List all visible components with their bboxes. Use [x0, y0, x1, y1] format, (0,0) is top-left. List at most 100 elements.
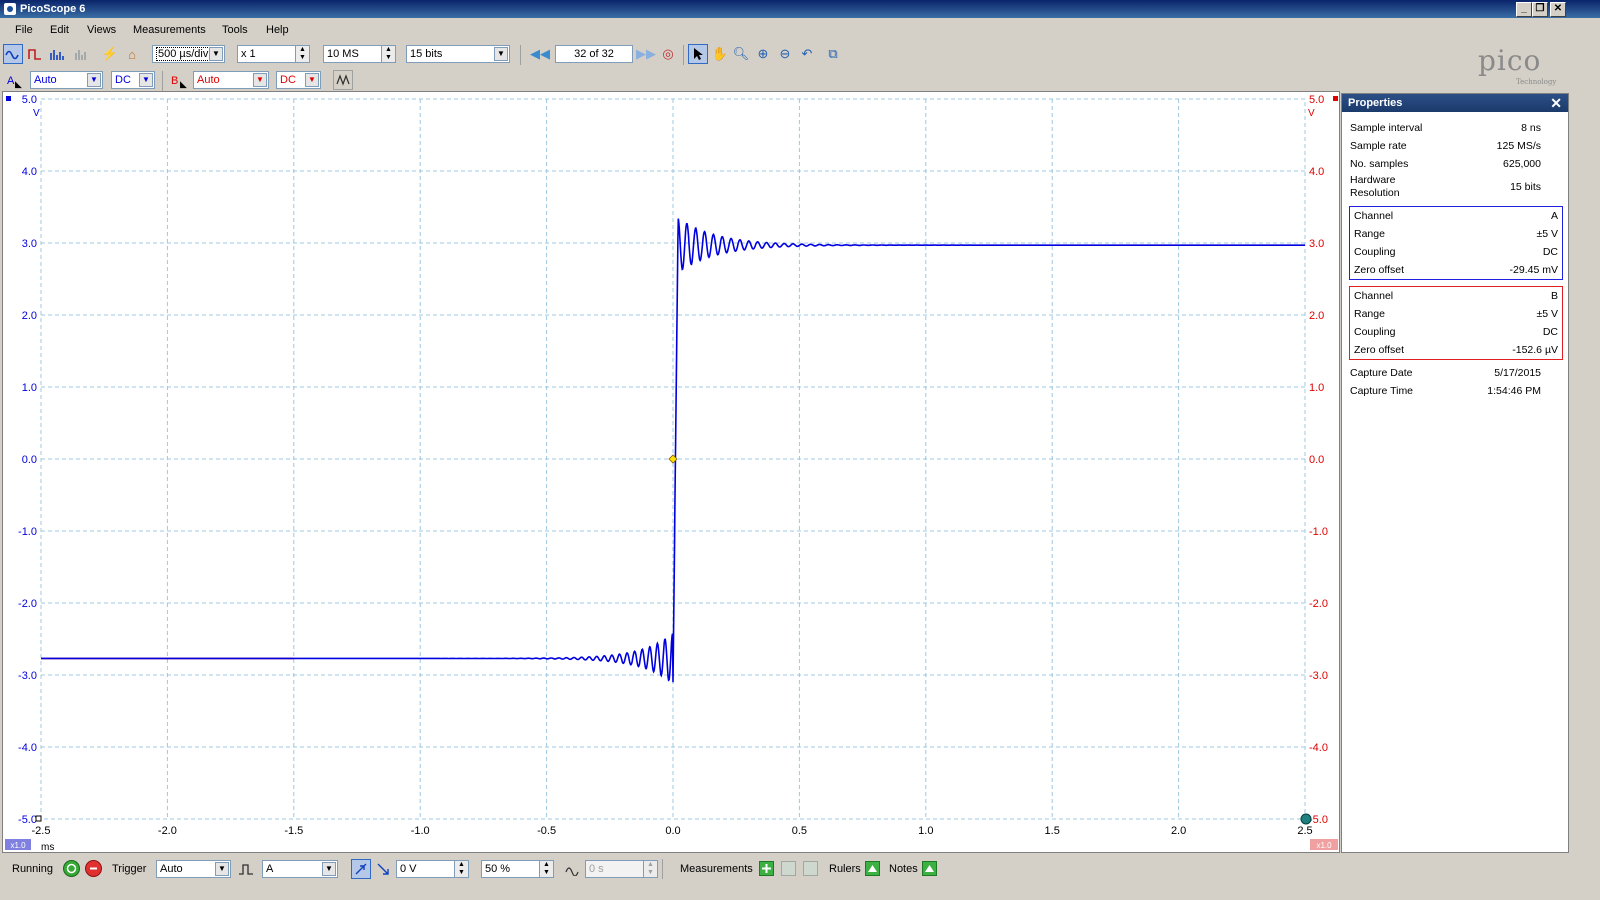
persistence-mode-icon[interactable]: [25, 44, 45, 64]
property-row: No. samples 625,000: [1350, 158, 1541, 170]
channel-a-range-select[interactable]: Auto ▼: [30, 71, 103, 89]
menu-tools[interactable]: Tools: [222, 24, 248, 36]
menu-edit[interactable]: Edit: [50, 24, 69, 36]
samples-stepper[interactable]: 10 MS ▲ ▼: [323, 45, 396, 63]
spin-arrows-icon: ▲ ▼: [381, 46, 395, 62]
channel-a-coupling-select[interactable]: DC ▼: [111, 71, 155, 89]
advanced-trigger-icon[interactable]: [236, 859, 256, 879]
y-tick-label-right: 0.0: [1309, 454, 1324, 466]
next-buffer-icon[interactable]: ▶▶: [636, 44, 656, 64]
chevron-down-icon: ▼: [87, 73, 101, 87]
menu-file[interactable]: File: [15, 24, 33, 36]
y-tick-label-left: -4.0: [18, 742, 37, 754]
y-tick-label-left: 1.0: [22, 382, 37, 394]
toolbar-divider: [520, 45, 521, 65]
property-row: Sample interval 8 ns: [1350, 122, 1541, 134]
edit-measurement-icon[interactable]: [781, 861, 796, 876]
channel-a-label[interactable]: A: [7, 75, 14, 87]
channel-b-range-select[interactable]: Auto ▼: [193, 71, 269, 89]
x-axis-label: ms: [41, 842, 54, 852]
rising-edge-icon[interactable]: [351, 859, 371, 879]
scope-mode-icon[interactable]: [3, 44, 23, 64]
auto-setup-icon[interactable]: ⚡: [100, 44, 120, 64]
serial-decode-icon[interactable]: [72, 44, 92, 64]
trigger-source-select[interactable]: A ▼: [262, 860, 338, 878]
spectrum-mode-icon[interactable]: [47, 44, 67, 64]
y-tick-label-left: -5.0: [18, 814, 37, 826]
window-title: PicoScope 6: [20, 3, 86, 15]
notes-toggle-icon[interactable]: [922, 861, 937, 876]
chevron-down-icon: ▼: [209, 47, 223, 61]
zoom-in-icon[interactable]: ⊕: [753, 44, 773, 64]
channel-a-options-icon[interactable]: ◣: [15, 79, 22, 90]
hand-tool-icon[interactable]: ✋: [710, 44, 730, 64]
y-tick-label-right: -5.0: [1309, 814, 1328, 826]
add-measurement-icon[interactable]: [759, 861, 774, 876]
channel-b-coupling-select[interactable]: DC ▼: [276, 71, 321, 89]
properties-panel: Properties ✕ Sample interval 8 ns Sample …: [1341, 93, 1569, 853]
post-trigger-delay-icon[interactable]: [563, 859, 583, 879]
x-tick-label: -0.5: [537, 825, 556, 837]
spin-arrows-icon: ▲ ▼: [454, 861, 468, 877]
chevron-down-icon: ▼: [139, 73, 153, 87]
app-icon: [4, 3, 16, 15]
previous-buffer-icon[interactable]: ◀◀: [530, 44, 550, 64]
measurements-label: Measurements: [680, 863, 753, 875]
spin-arrows-icon: ▲ ▼: [539, 861, 553, 877]
x-tick-label: 1.0: [918, 825, 933, 837]
property-row: Range ±5 V: [1354, 308, 1558, 320]
property-row: Capture Time 1:54:46 PM: [1350, 385, 1541, 397]
undo-zoom-icon[interactable]: ↶: [797, 44, 817, 64]
rulers-toggle-icon[interactable]: [865, 861, 880, 876]
property-row: Zero offset -29.45 mV: [1354, 264, 1558, 276]
falling-edge-icon[interactable]: [373, 859, 393, 879]
restore-button[interactable]: ❐: [1532, 2, 1548, 17]
y-tick-label-right: 3.0: [1309, 238, 1324, 250]
channel-toolbar: A ◣ Auto ▼ DC ▼ B ◣ Auto ▼ DC ▼: [0, 69, 360, 93]
y-tick-label-right: 1.0: [1309, 382, 1324, 394]
buffer-index-field[interactable]: 32 of 32: [555, 45, 633, 63]
zoom-out-icon[interactable]: ⊖: [775, 44, 795, 64]
select-pointer-icon[interactable]: [688, 44, 708, 64]
channel-b-options-icon[interactable]: ◣: [180, 79, 187, 90]
notes-label: Notes: [889, 863, 918, 875]
property-row: Capture Date 5/17/2015: [1350, 367, 1541, 379]
y-tick-label-right: 4.0: [1309, 166, 1324, 178]
minimize-button[interactable]: _: [1516, 2, 1532, 17]
scale-label-left: x1.0: [10, 841, 26, 850]
property-row: Zero offset -152.6 µV: [1354, 344, 1558, 356]
x-tick-label: -1.0: [411, 825, 430, 837]
menu-measurements[interactable]: Measurements: [133, 24, 206, 36]
trigger-mode-select[interactable]: Auto ▼: [156, 860, 231, 878]
zoom-region-icon[interactable]: 🔍︎: [731, 44, 751, 64]
menu-help[interactable]: Help: [266, 24, 289, 36]
channel-a-marker: [6, 96, 11, 101]
y-tick-label-left: -1.0: [18, 526, 37, 538]
property-row: Channel B: [1354, 290, 1558, 302]
start-capture-button[interactable]: [63, 860, 80, 877]
trigger-level-stepper[interactable]: 0 V ▲ ▼: [396, 860, 469, 878]
y-tick-label-left: 0.0: [22, 454, 37, 466]
close-icon[interactable]: ✕: [1550, 95, 1562, 112]
property-row: Channel A: [1354, 210, 1558, 222]
buffer-navigator-icon[interactable]: ◎: [658, 44, 678, 64]
channel-b-marker: [1333, 96, 1338, 101]
scope-view[interactable]: -2.5 -2.0 -1.5 -1.0 -0.5 0.0 0.5 1.0 1.5 2.0 2.5 5.…: [2, 91, 1340, 853]
stop-capture-button[interactable]: [85, 860, 102, 877]
menu-views[interactable]: Views: [87, 24, 116, 36]
zoom-stepper[interactable]: x 1 ▲ ▼: [237, 45, 310, 63]
oscilloscope-plot[interactable]: -2.5 -2.0 -1.5 -1.0 -0.5 0.0 0.5 1.0 1.5 2.0 2.5 5.…: [3, 92, 1339, 853]
resolution-select[interactable]: 15 bits ▼: [406, 45, 510, 63]
pretrigger-stepper[interactable]: 50 % ▲ ▼: [481, 860, 554, 878]
delete-measurement-icon[interactable]: [803, 861, 818, 876]
y-tick-label-left: 4.0: [22, 166, 37, 178]
timebase-select[interactable]: 500 µs/div ▼: [152, 45, 225, 63]
close-window-button[interactable]: ✕: [1550, 2, 1566, 17]
channel-b-label[interactable]: B: [171, 75, 178, 87]
chevron-down-icon: ▼: [322, 862, 336, 876]
math-channels-icon[interactable]: [333, 70, 353, 90]
home-icon[interactable]: ⌂: [122, 44, 142, 64]
x-tick-label: -1.5: [284, 825, 303, 837]
trigger-delay-stepper[interactable]: 0 s ▲ ▼: [585, 860, 658, 878]
zoom-overview-icon[interactable]: ⧉: [823, 44, 843, 64]
